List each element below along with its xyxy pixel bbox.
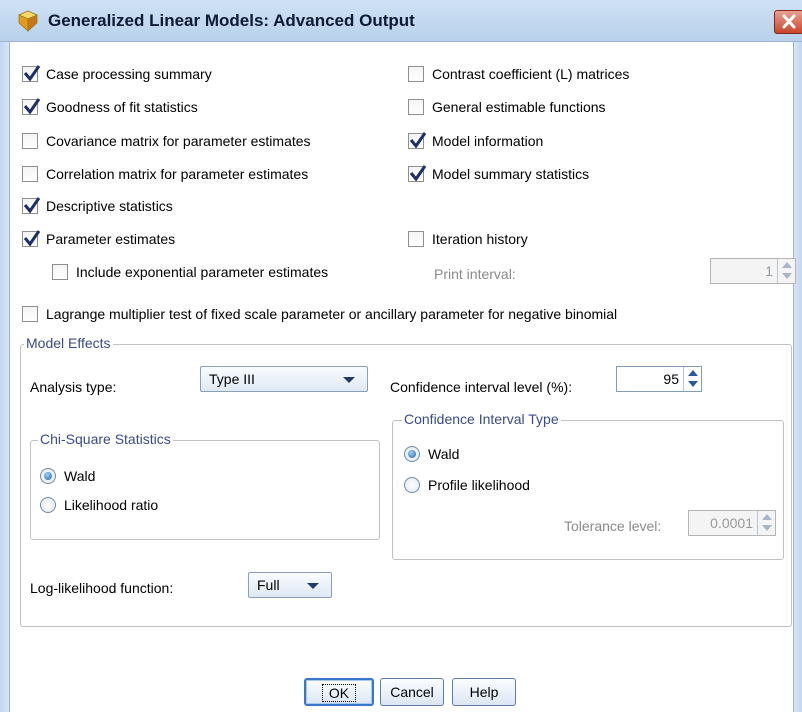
include-exponential-checkbox[interactable] <box>52 264 68 280</box>
lagrange-multiplier-label: Lagrange multiplier test of fixed scale … <box>46 306 618 322</box>
spin-up-icon[interactable] <box>782 262 792 268</box>
tolerance-level-label: Tolerance level: <box>564 518 662 534</box>
checkmark-icon <box>23 98 41 115</box>
contrast-coefficient-label: Contrast coefficient (L) matrices <box>432 66 630 82</box>
chevron-down-icon <box>307 583 319 589</box>
descriptive-statistics-checkbox[interactable] <box>22 197 41 214</box>
spin-up-icon[interactable] <box>688 370 698 376</box>
checkmark-icon <box>23 65 41 82</box>
correlation-matrix-label: Correlation matrix for parameter estimat… <box>46 166 309 182</box>
window-frame-right <box>794 42 802 712</box>
loglikelihood-label: Log-likelihood function: <box>30 580 174 596</box>
cancel-button[interactable]: Cancel <box>380 678 444 706</box>
ci-level-value: 95 <box>663 371 679 387</box>
close-icon <box>782 14 796 29</box>
checkmark-icon <box>409 132 427 149</box>
covariance-matrix-checkbox[interactable] <box>22 133 38 149</box>
ok-button[interactable]: OK <box>304 678 374 706</box>
spin-down-icon[interactable] <box>688 381 698 387</box>
chi-square-legend: Chi-Square Statistics <box>38 431 173 447</box>
ci-type-wald-label: Wald <box>428 446 460 462</box>
model-information-checkbox[interactable] <box>408 132 427 149</box>
ci-type-wald-radio[interactable] <box>404 446 420 462</box>
model-summary-label: Model summary statistics <box>432 166 590 182</box>
parameter-estimates-checkbox[interactable] <box>22 230 41 247</box>
chi-square-likelihood-label: Likelihood ratio <box>64 497 159 513</box>
ci-level-label: Confidence interval level (%): <box>390 379 573 395</box>
checkmark-icon <box>409 165 427 182</box>
print-interval-label: Print interval: <box>434 266 516 282</box>
chi-square-likelihood-radio[interactable] <box>40 497 56 513</box>
tolerance-level-value: 0.0001 <box>710 515 753 531</box>
model-information-label: Model information <box>432 133 544 149</box>
chevron-down-icon <box>343 377 355 383</box>
window-title: Generalized Linear Models: Advanced Outp… <box>48 11 415 30</box>
correlation-matrix-checkbox[interactable] <box>22 166 38 182</box>
case-processing-summary-label: Case processing summary <box>46 66 212 82</box>
goodness-of-fit-checkbox[interactable] <box>22 98 41 115</box>
iteration-history-label: Iteration history <box>432 231 528 247</box>
loglikelihood-value: Full <box>257 577 280 593</box>
general-estimable-label: General estimable functions <box>432 99 606 115</box>
checkmark-icon <box>23 197 41 214</box>
goodness-of-fit-label: Goodness of fit statistics <box>46 99 198 115</box>
loglikelihood-dropdown[interactable]: Full <box>248 572 332 598</box>
checkmark-icon <box>23 230 41 247</box>
spinner-buttons[interactable] <box>757 511 775 535</box>
window-frame-left <box>0 42 9 712</box>
analysis-type-dropdown[interactable]: Type III <box>200 366 368 392</box>
ci-type-profile-label: Profile likelihood <box>428 477 530 493</box>
close-button[interactable] <box>774 10 802 34</box>
chi-square-group <box>30 440 380 540</box>
tolerance-level-spinner[interactable]: 0.0001 <box>688 510 776 536</box>
parameter-estimates-label: Parameter estimates <box>46 231 176 247</box>
include-exponential-label: Include exponential parameter estimates <box>76 264 329 280</box>
chi-square-wald-label: Wald <box>64 468 96 484</box>
chi-square-wald-radio[interactable] <box>40 468 56 484</box>
spin-down-icon[interactable] <box>782 273 792 279</box>
model-summary-checkbox[interactable] <box>408 165 427 182</box>
spin-up-icon[interactable] <box>762 514 772 520</box>
spin-down-icon[interactable] <box>762 525 772 531</box>
covariance-matrix-label: Covariance matrix for parameter estimate… <box>46 133 311 149</box>
case-processing-summary-checkbox[interactable] <box>22 65 41 82</box>
analysis-type-value: Type III <box>209 371 255 387</box>
title-bar: Generalized Linear Models: Advanced Outp… <box>0 0 802 42</box>
print-interval-spinner[interactable]: 1 <box>710 258 796 284</box>
print-interval-value: 1 <box>765 263 773 279</box>
ci-type-profile-radio[interactable] <box>404 477 420 493</box>
spinner-buttons[interactable] <box>777 259 795 283</box>
ci-level-spinner[interactable]: 95 <box>616 366 702 392</box>
lagrange-multiplier-checkbox[interactable] <box>22 306 38 322</box>
analysis-type-label: Analysis type: <box>30 379 117 395</box>
ok-button-label: OK <box>321 684 357 702</box>
general-estimable-checkbox[interactable] <box>408 99 424 115</box>
contrast-coefficient-checkbox[interactable] <box>408 66 424 82</box>
ci-type-legend: Confidence Interval Type <box>402 411 561 427</box>
spinner-buttons[interactable] <box>683 367 701 391</box>
iteration-history-checkbox[interactable] <box>408 231 424 247</box>
descriptive-statistics-label: Descriptive statistics <box>46 198 173 214</box>
help-button[interactable]: Help <box>452 678 516 706</box>
app-logo-icon <box>18 10 38 32</box>
model-effects-legend: Model Effects <box>24 335 113 351</box>
